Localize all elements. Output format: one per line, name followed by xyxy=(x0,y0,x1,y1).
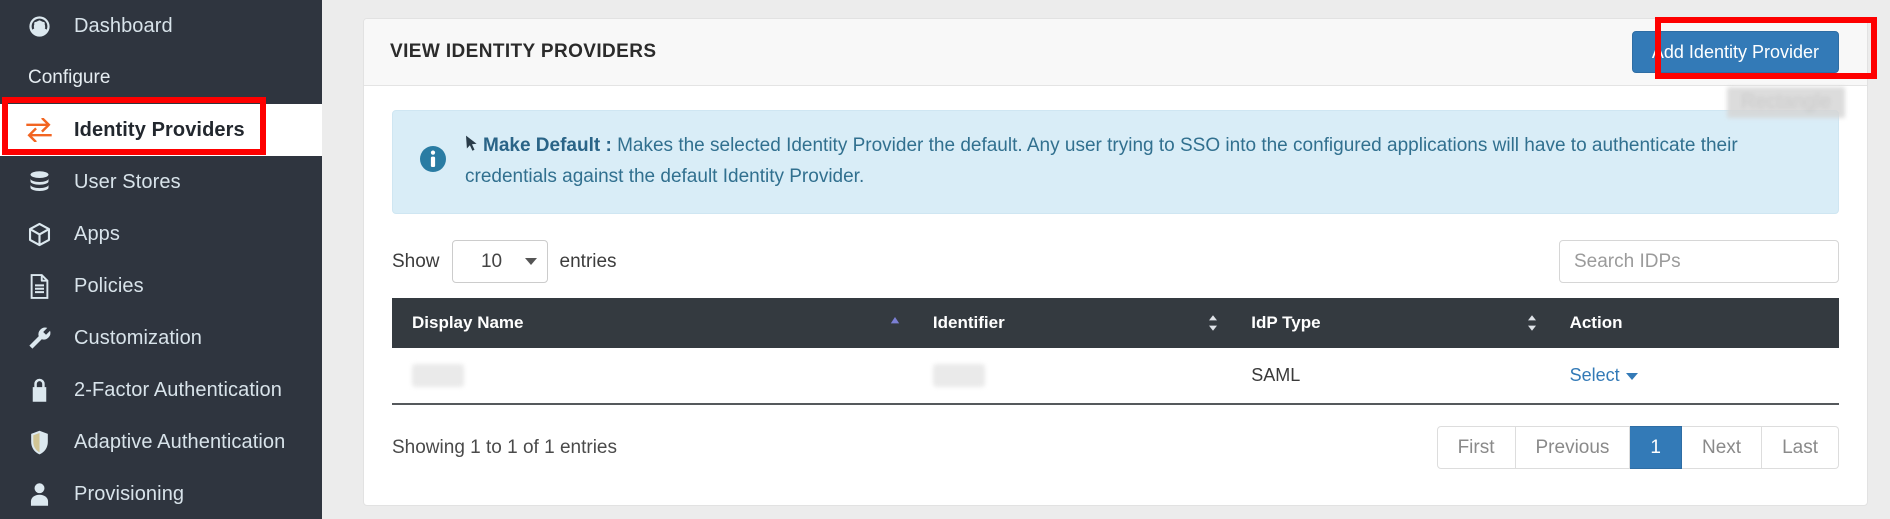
mouse-pointer-icon xyxy=(465,134,478,163)
sidebar-item-label: Customization xyxy=(74,327,203,349)
alert-body: Makes the selected Identity Provider the… xyxy=(465,135,1738,187)
sidebar-item-provisioning[interactable]: Provisioning xyxy=(0,468,322,519)
database-icon xyxy=(22,167,56,197)
sidebar-item-user-stores[interactable]: User Stores xyxy=(0,156,322,208)
table-row: SAML Select xyxy=(392,348,1839,405)
sidebar-item-label: Identity Providers xyxy=(74,119,245,141)
column-header-display-name[interactable]: Display Name xyxy=(392,298,913,348)
table-footer: Showing 1 to 1 of 1 entries First Previo… xyxy=(392,426,1839,469)
entries-label: entries xyxy=(559,250,617,272)
column-label: Display Name xyxy=(412,313,524,332)
sidebar-item-customization[interactable]: Customization xyxy=(0,312,322,364)
table-controls: Show 10 entries xyxy=(392,240,1839,283)
chevron-down-icon xyxy=(524,258,537,265)
sidebar-item-adaptive-authentication[interactable]: Adaptive Authentication xyxy=(0,416,322,468)
sort-icon[interactable] xyxy=(1526,313,1538,333)
show-entries-control: Show 10 entries xyxy=(392,240,629,283)
cell-display-name xyxy=(392,348,913,405)
page-size-value: 10 xyxy=(480,250,503,272)
pagination-previous[interactable]: Previous xyxy=(1515,426,1631,469)
redacted-value xyxy=(932,364,985,387)
column-label: Identifier xyxy=(932,313,1005,332)
column-header-idp-type[interactable]: IdP Type xyxy=(1231,298,1550,348)
info-circle-icon xyxy=(415,141,451,182)
column-label: IdP Type xyxy=(1251,313,1321,332)
cell-identifier xyxy=(912,348,1232,405)
table-head: Display Name Identifier IdP Type Action xyxy=(392,298,1839,348)
sidebar-item-2-factor-authentication[interactable]: 2-Factor Authentication xyxy=(0,364,322,416)
sidebar-item-identity-providers[interactable]: Identity Providers xyxy=(0,104,322,156)
table-body: SAML Select xyxy=(392,348,1839,405)
show-label: Show xyxy=(392,250,440,272)
sidebar-item-label: Apps xyxy=(74,223,120,245)
page-size-select[interactable]: 10 xyxy=(451,240,548,283)
search-input[interactable] xyxy=(1559,240,1839,283)
shield-icon xyxy=(22,427,56,457)
sidebar-item-label: Policies xyxy=(74,275,144,297)
make-default-info-alert: Make Default : Makes the selected Identi… xyxy=(392,110,1839,214)
sidebar-item-label: Provisioning xyxy=(74,483,185,505)
cell-action: Select xyxy=(1549,348,1839,405)
sidebar-item-label: Dashboard xyxy=(74,15,173,37)
dashboard-gauge-icon xyxy=(22,11,56,41)
document-icon xyxy=(22,271,56,301)
sidebar-item-label: Adaptive Authentication xyxy=(74,431,286,453)
column-label: Action xyxy=(1569,313,1623,332)
pagination-page-1[interactable]: 1 xyxy=(1630,426,1682,469)
page-title: VIEW IDENTITY PROVIDERS xyxy=(390,41,657,62)
sidebar: Dashboard Configure Identity Providers U… xyxy=(0,0,322,519)
column-header-action[interactable]: Action xyxy=(1549,298,1839,348)
card-body: Make Default : Makes the selected Identi… xyxy=(364,86,1867,469)
card-header: VIEW IDENTITY PROVIDERS Add Identity Pro… xyxy=(364,19,1867,118)
view-identity-providers-card: VIEW IDENTITY PROVIDERS Add Identity Pro… xyxy=(363,18,1868,506)
sidebar-item-apps[interactable]: Apps xyxy=(0,208,322,260)
redacted-value xyxy=(412,364,464,387)
identity-providers-table: Display Name Identifier IdP Type Action … xyxy=(392,298,1839,405)
column-header-identifier[interactable]: Identifier xyxy=(912,298,1232,348)
pagination-first[interactable]: First xyxy=(1436,426,1516,469)
main-content: VIEW IDENTITY PROVIDERS Add Identity Pro… xyxy=(322,0,1890,519)
sidebar-item-label: 2-Factor Authentication xyxy=(74,379,282,401)
sidebar-item-policies[interactable]: Policies xyxy=(0,260,322,312)
cell-idp-type: SAML xyxy=(1231,348,1550,405)
sidebar-section-configure: Configure xyxy=(0,52,322,104)
alert-title: Make Default : xyxy=(483,135,612,156)
alert-text: Make Default : Makes the selected Identi… xyxy=(465,131,1816,191)
sidebar-item-dashboard[interactable]: Dashboard xyxy=(0,0,322,52)
cube-box-icon xyxy=(22,219,56,249)
app-root: Dashboard Configure Identity Providers U… xyxy=(0,0,1890,519)
pagination-last[interactable]: Last xyxy=(1762,426,1839,469)
chevron-down-icon xyxy=(1625,372,1638,380)
wrench-icon xyxy=(22,323,56,353)
pagination-next[interactable]: Next xyxy=(1682,426,1763,469)
showing-entries-text: Showing 1 to 1 of 1 entries xyxy=(392,436,617,458)
add-identity-provider-button[interactable]: Add Identity Provider xyxy=(1631,31,1839,73)
exchange-arrows-icon xyxy=(22,115,56,145)
user-icon xyxy=(22,479,56,509)
sort-icon[interactable] xyxy=(1207,313,1219,333)
sort-asc-icon[interactable] xyxy=(889,313,901,333)
table-header-row: Display Name Identifier IdP Type Action xyxy=(392,298,1839,348)
lock-icon xyxy=(22,375,56,405)
sidebar-section-label: Configure xyxy=(28,67,111,88)
sidebar-item-label: User Stores xyxy=(74,171,181,193)
select-action-dropdown[interactable]: Select xyxy=(1570,365,1638,385)
pagination: First Previous 1 Next Last xyxy=(1436,426,1839,469)
select-action-label: Select xyxy=(1569,365,1620,385)
